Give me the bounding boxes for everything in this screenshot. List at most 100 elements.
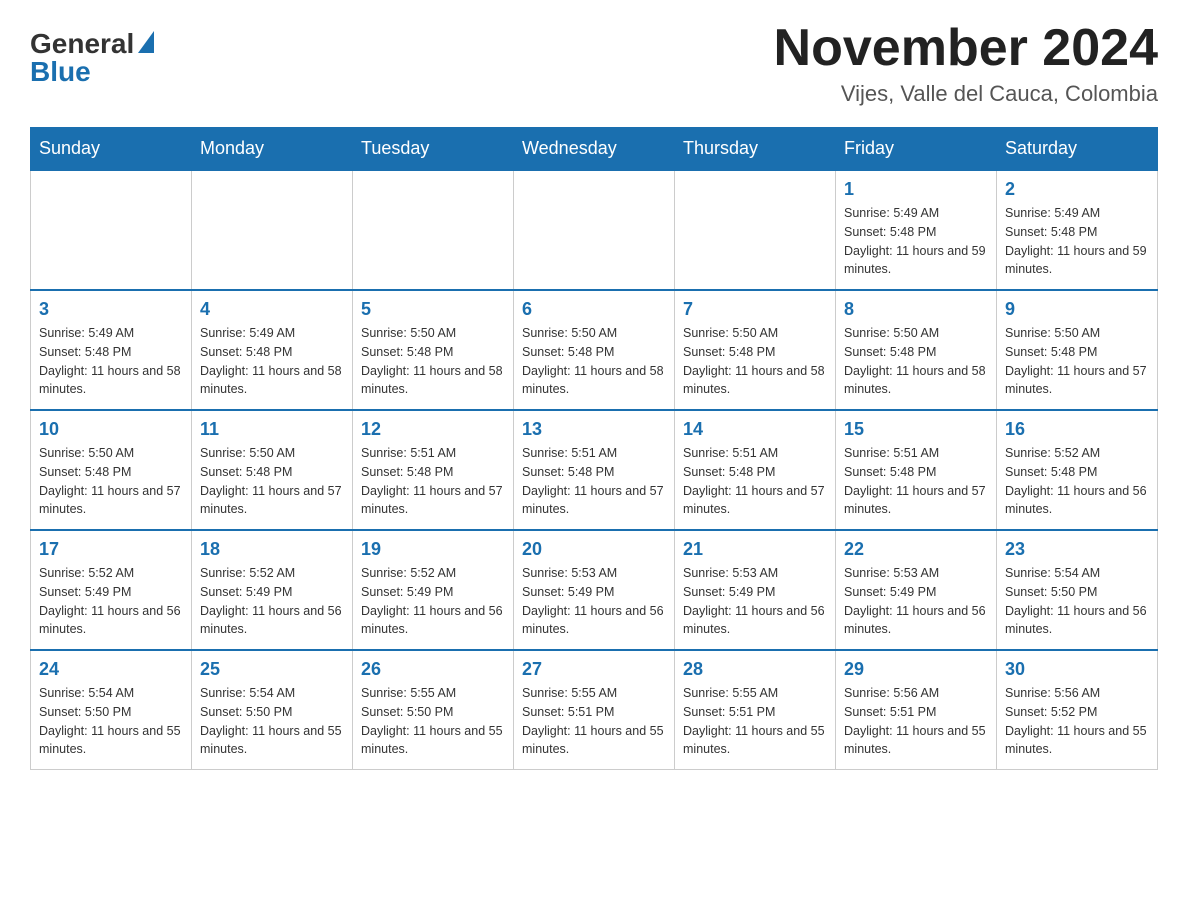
calendar-cell: 19Sunrise: 5:52 AM Sunset: 5:49 PM Dayli… [353, 530, 514, 650]
day-number: 29 [844, 659, 988, 680]
calendar-cell: 2 Sunrise: 5:49 AM Sunset: 5:48 PM Daylig… [997, 170, 1158, 290]
day-info: Sunrise: 5:50 AM Sunset: 5:48 PM Dayligh… [1005, 324, 1149, 399]
day-number: 8 [844, 299, 988, 320]
calendar-cell: 1 Sunrise: 5:49 AM Sunset: 5:48 PM Daylig… [836, 170, 997, 290]
calendar-cell: 8 Sunrise: 5:50 AM Sunset: 5:48 PM Daylig… [836, 290, 997, 410]
calendar-header-monday: Monday [192, 128, 353, 171]
day-number: 6 [522, 299, 666, 320]
location-subtitle: Vijes, Valle del Cauca, Colombia [774, 81, 1158, 107]
day-info: Sunrise: 5:55 AM Sunset: 5:51 PM Dayligh… [683, 684, 827, 759]
day-info: Sunrise: 5:52 AM Sunset: 5:49 PM Dayligh… [200, 564, 344, 639]
calendar-cell: 5 Sunrise: 5:50 AM Sunset: 5:48 PM Daylig… [353, 290, 514, 410]
day-number: 2 [1005, 179, 1149, 200]
day-info: Sunrise: 5:52 AM Sunset: 5:49 PM Dayligh… [361, 564, 505, 639]
day-number: 22 [844, 539, 988, 560]
calendar-cell: 29 Sunrise: 5:56 AM Sunset: 5:51 PM Dayli… [836, 650, 997, 770]
calendar-cell: 3 Sunrise: 5:49 AM Sunset: 5:48 PM Daylig… [31, 290, 192, 410]
day-info: Sunrise: 5:52 AM Sunset: 5:48 PM Dayligh… [1005, 444, 1149, 519]
day-number: 27 [522, 659, 666, 680]
calendar-header-saturday: Saturday [997, 128, 1158, 171]
calendar-header-wednesday: Wednesday [514, 128, 675, 171]
day-info: Sunrise: 5:50 AM Sunset: 5:48 PM Dayligh… [361, 324, 505, 399]
day-number: 18 [200, 539, 344, 560]
day-number: 25 [200, 659, 344, 680]
calendar-header-row: SundayMondayTuesdayWednesdayThursdayFrid… [31, 128, 1158, 171]
calendar-cell: 6 Sunrise: 5:50 AM Sunset: 5:48 PM Daylig… [514, 290, 675, 410]
day-info: Sunrise: 5:51 AM Sunset: 5:48 PM Dayligh… [844, 444, 988, 519]
calendar-cell: 13Sunrise: 5:51 AM Sunset: 5:48 PM Dayli… [514, 410, 675, 530]
title-block: November 2024 Vijes, Valle del Cauca, Co… [774, 20, 1158, 107]
day-number: 24 [39, 659, 183, 680]
calendar-cell: 17Sunrise: 5:52 AM Sunset: 5:49 PM Dayli… [31, 530, 192, 650]
logo-general-text: General [30, 30, 134, 58]
calendar-cell: 9 Sunrise: 5:50 AM Sunset: 5:48 PM Daylig… [997, 290, 1158, 410]
day-info: Sunrise: 5:50 AM Sunset: 5:48 PM Dayligh… [683, 324, 827, 399]
calendar-week-row: 24 Sunrise: 5:54 AM Sunset: 5:50 PM Dayli… [31, 650, 1158, 770]
day-number: 12 [361, 419, 505, 440]
day-info: Sunrise: 5:54 AM Sunset: 5:50 PM Dayligh… [1005, 564, 1149, 639]
day-info: Sunrise: 5:49 AM Sunset: 5:48 PM Dayligh… [844, 204, 988, 279]
calendar-table: SundayMondayTuesdayWednesdayThursdayFrid… [30, 127, 1158, 770]
day-number: 13 [522, 419, 666, 440]
day-number: 17 [39, 539, 183, 560]
calendar-week-row: 10Sunrise: 5:50 AM Sunset: 5:48 PM Dayli… [31, 410, 1158, 530]
calendar-cell: 25Sunrise: 5:54 AM Sunset: 5:50 PM Dayli… [192, 650, 353, 770]
calendar-cell: 21Sunrise: 5:53 AM Sunset: 5:49 PM Dayli… [675, 530, 836, 650]
day-info: Sunrise: 5:55 AM Sunset: 5:51 PM Dayligh… [522, 684, 666, 759]
logo: General Blue [30, 20, 154, 86]
calendar-cell: 15 Sunrise: 5:51 AM Sunset: 5:48 PM Dayli… [836, 410, 997, 530]
day-number: 28 [683, 659, 827, 680]
day-info: Sunrise: 5:56 AM Sunset: 5:51 PM Dayligh… [844, 684, 988, 759]
day-number: 20 [522, 539, 666, 560]
month-title: November 2024 [774, 20, 1158, 77]
day-info: Sunrise: 5:51 AM Sunset: 5:48 PM Dayligh… [683, 444, 827, 519]
day-info: Sunrise: 5:53 AM Sunset: 5:49 PM Dayligh… [522, 564, 666, 639]
calendar-header-sunday: Sunday [31, 128, 192, 171]
day-info: Sunrise: 5:49 AM Sunset: 5:48 PM Dayligh… [39, 324, 183, 399]
logo-triangle-icon [138, 31, 154, 53]
day-info: Sunrise: 5:50 AM Sunset: 5:48 PM Dayligh… [200, 444, 344, 519]
day-number: 16 [1005, 419, 1149, 440]
day-info: Sunrise: 5:50 AM Sunset: 5:48 PM Dayligh… [522, 324, 666, 399]
calendar-cell [192, 170, 353, 290]
calendar-cell: 4 Sunrise: 5:49 AM Sunset: 5:48 PM Daylig… [192, 290, 353, 410]
calendar-cell [31, 170, 192, 290]
day-info: Sunrise: 5:51 AM Sunset: 5:48 PM Dayligh… [361, 444, 505, 519]
day-number: 15 [844, 419, 988, 440]
day-number: 7 [683, 299, 827, 320]
calendar-cell: 24 Sunrise: 5:54 AM Sunset: 5:50 PM Dayli… [31, 650, 192, 770]
calendar-cell: 28 Sunrise: 5:55 AM Sunset: 5:51 PM Dayli… [675, 650, 836, 770]
calendar-cell: 10Sunrise: 5:50 AM Sunset: 5:48 PM Dayli… [31, 410, 192, 530]
calendar-cell: 12 Sunrise: 5:51 AM Sunset: 5:48 PM Dayli… [353, 410, 514, 530]
calendar-header-friday: Friday [836, 128, 997, 171]
calendar-header-tuesday: Tuesday [353, 128, 514, 171]
day-info: Sunrise: 5:50 AM Sunset: 5:48 PM Dayligh… [844, 324, 988, 399]
page-header: General Blue November 2024 Vijes, Valle … [30, 20, 1158, 107]
day-info: Sunrise: 5:54 AM Sunset: 5:50 PM Dayligh… [39, 684, 183, 759]
calendar-header-thursday: Thursday [675, 128, 836, 171]
day-number: 4 [200, 299, 344, 320]
day-number: 3 [39, 299, 183, 320]
day-number: 1 [844, 179, 988, 200]
day-number: 30 [1005, 659, 1149, 680]
calendar-week-row: 1 Sunrise: 5:49 AM Sunset: 5:48 PM Daylig… [31, 170, 1158, 290]
day-info: Sunrise: 5:53 AM Sunset: 5:49 PM Dayligh… [844, 564, 988, 639]
day-number: 26 [361, 659, 505, 680]
calendar-cell: 7 Sunrise: 5:50 AM Sunset: 5:48 PM Daylig… [675, 290, 836, 410]
day-info: Sunrise: 5:55 AM Sunset: 5:50 PM Dayligh… [361, 684, 505, 759]
day-info: Sunrise: 5:56 AM Sunset: 5:52 PM Dayligh… [1005, 684, 1149, 759]
calendar-week-row: 17 Sunrise: 5:52 AM Sunset: 5:49 PM Dayli… [31, 530, 1158, 650]
calendar-cell [353, 170, 514, 290]
calendar-cell: 14 Sunrise: 5:51 AM Sunset: 5:48 PM Dayli… [675, 410, 836, 530]
calendar-cell [675, 170, 836, 290]
day-info: Sunrise: 5:49 AM Sunset: 5:48 PM Dayligh… [1005, 204, 1149, 279]
logo-blue-text: Blue [30, 58, 91, 86]
day-number: 14 [683, 419, 827, 440]
calendar-week-row: 3 Sunrise: 5:49 AM Sunset: 5:48 PM Daylig… [31, 290, 1158, 410]
day-number: 9 [1005, 299, 1149, 320]
day-info: Sunrise: 5:53 AM Sunset: 5:49 PM Dayligh… [683, 564, 827, 639]
day-number: 5 [361, 299, 505, 320]
day-info: Sunrise: 5:49 AM Sunset: 5:48 PM Dayligh… [200, 324, 344, 399]
calendar-cell: 26 Sunrise: 5:55 AM Sunset: 5:50 PM Dayli… [353, 650, 514, 770]
day-number: 23 [1005, 539, 1149, 560]
